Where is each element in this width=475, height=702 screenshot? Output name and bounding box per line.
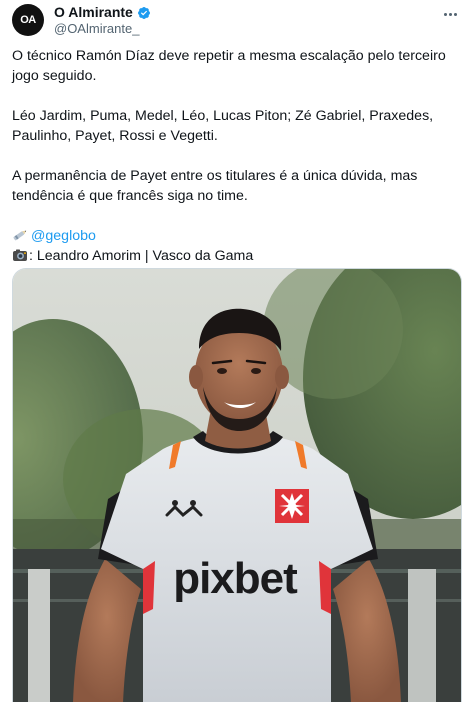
tweet-paragraph-3: A permanência de Payet entre os titulare…: [12, 168, 418, 204]
author-handle[interactable]: @OAlmirante_: [54, 21, 151, 37]
camera-emoji-icon: [13, 249, 27, 261]
tweet-paragraph-1: O técnico Ramón Díaz deve repetir a mesm…: [12, 48, 446, 84]
avatar-text: OA: [20, 14, 36, 26]
tweet-text: O técnico Ramón Díaz deve repetir a mesm…: [12, 46, 465, 266]
pen-emoji-icon: [13, 230, 27, 241]
tweet-paragraph-2: Léo Jardim, Puma, Medel, Léo, Lucas Pito…: [12, 108, 434, 144]
player-photo-illustration: pixbet: [13, 269, 461, 702]
display-name[interactable]: O Almirante: [54, 4, 133, 21]
tweet-photo[interactable]: pixbet: [12, 268, 462, 702]
author-names: O Almirante @OAlmirante_: [54, 4, 151, 37]
avatar[interactable]: OA: [12, 4, 44, 36]
display-name-row: O Almirante: [54, 4, 151, 21]
photo-credit: : Leandro Amorim | Vasco da Gama: [29, 248, 254, 264]
source-link[interactable]: @geglobo: [31, 228, 96, 244]
photo-credit-line: : Leandro Amorim | Vasco da Gama: [12, 246, 465, 266]
verified-badge-icon: [137, 6, 150, 19]
tweet-card: OA O Almirante @OAlmirante_ O técnico Ra…: [0, 0, 475, 702]
tweet-header: OA O Almirante @OAlmirante_: [12, 4, 463, 38]
vasco-crest-icon: [275, 489, 309, 523]
source-line: @geglobo: [12, 226, 465, 246]
more-horizontal-icon[interactable]: [439, 6, 461, 22]
jersey-sponsor-text: pixbet: [173, 554, 298, 603]
